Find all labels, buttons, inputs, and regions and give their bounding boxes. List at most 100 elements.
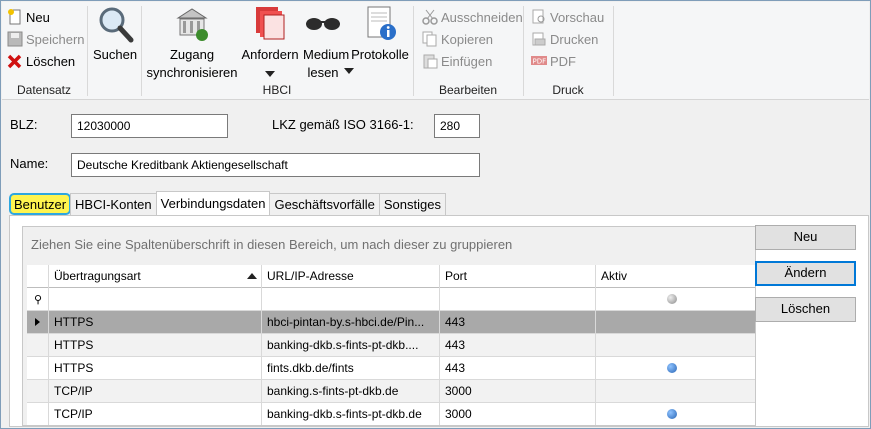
copy-button[interactable]: Kopieren — [422, 29, 493, 49]
row-indicator — [27, 311, 49, 334]
paste-button[interactable]: Einfügen — [422, 51, 492, 71]
edit-connection-button[interactable]: Ändern — [755, 261, 856, 286]
table-row[interactable]: HTTPS fints.dkb.de/fints 443 — [27, 357, 755, 380]
pdf-label: PDF — [550, 53, 576, 69]
preview-button[interactable]: Vorschau — [531, 7, 604, 27]
bank-name-field[interactable]: Deutsche Kreditbank Aktiengesellschaft — [71, 153, 480, 177]
cell-port[interactable]: 443 — [440, 334, 596, 357]
column-header-url[interactable]: URL/IP-Adresse — [262, 265, 440, 288]
ribbon-group-hbci: Zugang synchronisieren Anfordern Medium … — [142, 2, 412, 100]
column-header-label: Übertragungsart — [54, 269, 141, 283]
column-header-label: URL/IP-Adresse — [267, 269, 354, 283]
tab-panel-verbindungsdaten: Ziehen Sie eine Spaltenüberschrift in di… — [9, 215, 869, 427]
ribbon: Neu Speichern Löschen Datensatz Suchen Z… — [2, 2, 869, 100]
grid-header-row: Übertragungsart URL/IP-Adresse Port Akti… — [27, 265, 755, 288]
cell-aktiv[interactable] — [596, 403, 755, 425]
filter-cell-aktiv[interactable] — [596, 288, 755, 311]
delete-connection-button[interactable]: Löschen — [755, 297, 856, 322]
cut-label: Ausschneiden — [441, 9, 523, 25]
sync-access-label: Zugang synchronisieren — [146, 47, 238, 80]
filter-cell-port[interactable] — [440, 288, 596, 311]
save-button-label: Speichern — [26, 31, 85, 47]
magnifier-icon — [99, 7, 134, 43]
cell-url[interactable]: banking-dkb.s-fints-pt-dkb.... — [262, 334, 440, 357]
ribbon-group-suchen: Suchen — [88, 2, 140, 100]
search-button[interactable]: Suchen — [91, 4, 139, 64]
active-indicator-icon[interactable] — [667, 363, 677, 373]
table-row[interactable]: TCP/IP banking-dkb.s-fints-pt-dkb.de 300… — [27, 403, 755, 425]
save-button[interactable]: Speichern — [7, 29, 85, 49]
column-header-port[interactable]: Port — [440, 265, 596, 288]
cell-port[interactable]: 443 — [440, 357, 596, 380]
tab-sonstiges[interactable]: Sonstiges — [378, 193, 446, 215]
cell-uebertragungsart[interactable]: HTTPS — [49, 334, 262, 357]
application-window: Neu Speichern Löschen Datensatz Suchen Z… — [0, 0, 871, 429]
group-label-hbci: HBCI — [262, 83, 292, 97]
cell-url[interactable]: hbci-pintan-by.s-hbci.de/Pin... — [262, 311, 440, 334]
connection-grid: Ziehen Sie eine Spaltenüberschrift in di… — [22, 226, 756, 426]
cell-port[interactable]: 3000 — [440, 380, 596, 403]
printer-icon — [531, 31, 547, 47]
cell-aktiv[interactable] — [596, 357, 755, 380]
group-by-hint[interactable]: Ziehen Sie eine Spaltenüberschrift in di… — [31, 237, 512, 252]
request-documents-icon — [256, 7, 285, 40]
column-header-aktiv[interactable]: Aktiv — [596, 265, 755, 288]
cell-url[interactable]: banking-dkb.s-fints-pt-dkb.de — [262, 403, 440, 425]
row-indicator — [27, 380, 49, 403]
active-indicator-icon[interactable] — [667, 409, 677, 419]
ribbon-group-druck: Vorschau Drucken PDF PDF Druck — [524, 2, 612, 100]
column-header-label: Aktiv — [601, 269, 628, 283]
cell-uebertragungsart[interactable]: TCP/IP — [49, 380, 262, 403]
cell-aktiv[interactable] — [596, 334, 755, 357]
sync-access-button[interactable]: Zugang synchronisieren — [144, 4, 240, 82]
tab-verbindungsdaten[interactable]: Verbindungsdaten — [155, 191, 271, 215]
delete-button[interactable]: Löschen — [7, 51, 75, 71]
blz-field[interactable]: 12030000 — [71, 114, 228, 138]
tab-hbci-konten[interactable]: HBCI-Konten — [70, 193, 157, 215]
cell-uebertragungsart[interactable]: HTTPS — [49, 357, 262, 380]
filter-row: ⚲ — [27, 288, 755, 311]
tab-benutzer[interactable]: Benutzer — [9, 193, 72, 215]
cell-uebertragungsart[interactable]: HTTPS — [49, 311, 262, 334]
column-header-uebertragungsart[interactable]: Übertragungsart — [49, 265, 262, 288]
search-button-label: Suchen — [92, 47, 138, 62]
filter-checkbox-icon[interactable] — [667, 294, 677, 304]
ribbon-group-datensatz: Neu Speichern Löschen Datensatz — [2, 2, 86, 100]
group-label-druck: Druck — [552, 83, 584, 97]
save-icon — [7, 31, 23, 47]
cell-aktiv[interactable] — [596, 311, 755, 334]
read-medium-button[interactable]: Medium lesen — [298, 4, 354, 82]
table-row[interactable]: HTTPS hbci-pintan-by.s-hbci.de/Pin... 44… — [27, 311, 755, 334]
add-connection-button[interactable]: Neu — [755, 225, 856, 250]
cell-url[interactable]: banking.s-fints-pt-dkb.de — [262, 380, 440, 403]
print-label: Drucken — [550, 31, 599, 47]
pdf-button[interactable]: PDF PDF — [531, 51, 576, 71]
cell-aktiv[interactable] — [596, 380, 755, 403]
table-row[interactable]: HTTPS banking-dkb.s-fints-pt-dkb.... 443 — [27, 334, 755, 357]
tab-geschaeftsvorfaelle[interactable]: Geschäftsvorfälle — [269, 193, 380, 215]
cut-button[interactable]: Ausschneiden — [422, 7, 523, 27]
request-button[interactable]: Anfordern — [237, 4, 303, 82]
table-row[interactable]: TCP/IP banking.s-fints-pt-dkb.de 3000 — [27, 380, 755, 403]
protocols-label: Protokolle — [351, 47, 409, 62]
filter-cell-url[interactable] — [262, 288, 440, 311]
cell-url[interactable]: fints.dkb.de/fints — [262, 357, 440, 380]
row-indicator — [27, 403, 49, 425]
chevron-down-icon — [344, 68, 354, 74]
protocols-button[interactable]: Protokolle — [348, 4, 412, 64]
cell-uebertragungsart[interactable]: TCP/IP — [49, 403, 262, 425]
lkz-field[interactable]: 280 — [434, 114, 480, 138]
cell-port[interactable]: 443 — [440, 311, 596, 334]
new-button[interactable]: Neu — [7, 7, 50, 27]
ribbon-group-bearbeiten: Ausschneiden Kopieren Einfügen Bearbeite… — [414, 2, 523, 100]
ribbon-separator — [613, 6, 614, 96]
chevron-down-icon — [265, 71, 275, 77]
print-button[interactable]: Drucken — [531, 29, 598, 49]
cell-port[interactable]: 3000 — [440, 403, 596, 425]
filter-cell-uebertragungsart[interactable] — [49, 288, 262, 311]
lkz-label: LKZ gemäß ISO 3166-1: — [272, 117, 414, 132]
row-indicator — [27, 357, 49, 380]
preview-label: Vorschau — [550, 9, 605, 25]
delete-x-icon — [7, 53, 23, 69]
svg-text:PDF: PDF — [533, 58, 547, 66]
